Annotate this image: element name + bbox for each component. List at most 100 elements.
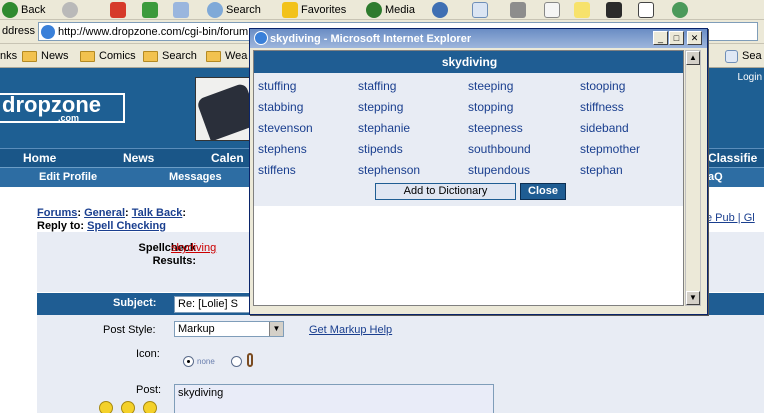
star-icon: [282, 2, 298, 18]
suggestion-word[interactable]: stuffing: [258, 79, 296, 93]
popup-heading: skydiving: [254, 51, 683, 73]
stop-icon: [110, 2, 126, 18]
login-link[interactable]: Login: [738, 72, 762, 83]
banner-ad[interactable]: [195, 77, 255, 141]
smiley-icon[interactable]: [99, 401, 113, 413]
chevron-down-icon: ▼: [269, 322, 283, 336]
mail-button[interactable]: [472, 0, 488, 20]
add-to-dictionary-button[interactable]: Add to Dictionary: [375, 183, 516, 200]
nav-classifieds[interactable]: Classifie: [708, 151, 757, 165]
suggestion-word[interactable]: stiffness: [580, 100, 624, 114]
popup-actions: Add to Dictionary Close: [254, 180, 683, 206]
suggestion-word[interactable]: stopping: [468, 100, 513, 114]
icon-none-label: none: [197, 357, 215, 366]
favorites-label: Favorites: [301, 4, 347, 16]
link-search-right[interactable]: Sea: [725, 44, 762, 68]
link-news[interactable]: News: [22, 44, 69, 68]
suggestion-word[interactable]: stepmother: [580, 142, 640, 156]
printer-icon: [510, 2, 526, 18]
suggestion-word[interactable]: stephens: [258, 142, 307, 156]
spellcheck-label-line2: Results:: [152, 255, 196, 267]
post-style-value: Markup: [178, 323, 215, 335]
nav-faq[interactable]: aQ: [708, 171, 723, 183]
smiley-grin-icon[interactable]: [121, 401, 135, 413]
smiley-laugh-icon[interactable]: [143, 401, 157, 413]
home-icon: [173, 2, 189, 18]
maximize-button[interactable]: □: [669, 31, 684, 45]
close-button[interactable]: Close: [520, 183, 566, 200]
subject-input[interactable]: Re: [Lolie] S: [174, 296, 254, 313]
extra-button[interactable]: [672, 0, 688, 20]
suggestion-word[interactable]: stephanie: [358, 121, 410, 135]
link-comics-label: Comics: [99, 50, 136, 62]
page-icon: [41, 24, 55, 39]
suggestion-word[interactable]: stooping: [580, 79, 625, 93]
media-button[interactable]: Media: [366, 0, 415, 20]
breadcrumb-general[interactable]: General: [84, 207, 125, 219]
print-button[interactable]: [510, 0, 526, 20]
folder-icon: [22, 50, 37, 62]
scroll-down-icon[interactable]: ▼: [686, 291, 700, 305]
suggestion-word[interactable]: stephan: [580, 163, 623, 177]
nav-edit-profile[interactable]: Edit Profile: [39, 171, 97, 183]
suggestion-word[interactable]: stephenson: [358, 163, 420, 177]
messenger-button[interactable]: [606, 0, 622, 20]
suggestion-word[interactable]: southbound: [468, 142, 531, 156]
popup-scrollbar[interactable]: ▲ ▼: [685, 50, 701, 306]
suggestion-word[interactable]: sideband: [580, 121, 629, 135]
shirt-image: [196, 82, 254, 140]
search-page-icon: [725, 49, 738, 63]
logo-text: dropzone: [2, 92, 101, 117]
tool-button[interactable]: [638, 0, 654, 20]
spellcheck-word-link[interactable]: skydiving: [171, 242, 216, 254]
link-news-label: News: [41, 50, 69, 62]
scroll-up-icon[interactable]: ▲: [686, 51, 700, 65]
edit-button[interactable]: [544, 0, 560, 20]
nav-calendar[interactable]: Calen: [211, 151, 244, 165]
link-search[interactable]: Search: [143, 44, 197, 68]
reply-to-line: Reply to: Spell Checking: [37, 220, 166, 232]
stop-button[interactable]: [110, 0, 126, 20]
link-weather[interactable]: Wea: [206, 44, 247, 68]
search-button[interactable]: Search: [207, 0, 261, 20]
favorites-button[interactable]: Favorites: [282, 0, 346, 20]
icon-none-radio[interactable]: [183, 356, 194, 367]
home-button[interactable]: [173, 0, 189, 20]
reply-topic-link[interactable]: Spell Checking: [87, 220, 166, 232]
close-window-button[interactable]: ✕: [687, 31, 702, 45]
icon-clip-radio[interactable]: [231, 356, 242, 367]
minimize-button[interactable]: _: [653, 31, 668, 45]
forward-arrow-icon: [62, 2, 78, 18]
site-logo[interactable]: dropzone .com: [0, 93, 125, 123]
post-style-label: Post Style:: [103, 324, 156, 336]
post-textarea[interactable]: skydiving: [174, 384, 494, 413]
right-links[interactable]: e Pub | Gl: [706, 212, 755, 224]
suggestion-word[interactable]: steepness: [468, 121, 523, 135]
suggestion-word[interactable]: staffing: [358, 79, 396, 93]
nav-messages[interactable]: Messages: [169, 171, 222, 183]
nav-home[interactable]: Home: [23, 151, 56, 165]
back-button[interactable]: Back: [2, 0, 45, 20]
spellcheck-popup-window: skydiving - Microsoft Internet Explorer …: [249, 28, 708, 315]
suggestion-word[interactable]: stipends: [358, 142, 403, 156]
suggestion-word[interactable]: stevenson: [258, 121, 313, 135]
suggestion-word[interactable]: stepping: [358, 100, 403, 114]
refresh-button[interactable]: [142, 0, 158, 20]
link-weather-label: Wea: [225, 50, 248, 62]
suggestion-word[interactable]: stiffens: [258, 163, 296, 177]
suggestion-word[interactable]: stabbing: [258, 100, 303, 114]
history-button[interactable]: [432, 0, 448, 20]
link-comics[interactable]: Comics: [80, 44, 136, 68]
nav-news[interactable]: News: [123, 151, 154, 165]
paperclip-icon: [247, 353, 253, 367]
post-style-select[interactable]: Markup ▼: [174, 321, 284, 337]
suggestion-word[interactable]: steeping: [468, 79, 513, 93]
markup-help-link[interactable]: Get Markup Help: [309, 324, 392, 336]
breadcrumb-forums[interactable]: Forums: [37, 207, 77, 219]
forward-button[interactable]: [62, 0, 78, 20]
popup-titlebar[interactable]: skydiving - Microsoft Internet Explorer …: [250, 29, 707, 48]
discuss-button[interactable]: [574, 0, 590, 20]
address-label: ddress: [2, 25, 36, 37]
suggestion-word[interactable]: stupendous: [468, 163, 530, 177]
breadcrumb-talkback[interactable]: Talk Back: [132, 207, 183, 219]
